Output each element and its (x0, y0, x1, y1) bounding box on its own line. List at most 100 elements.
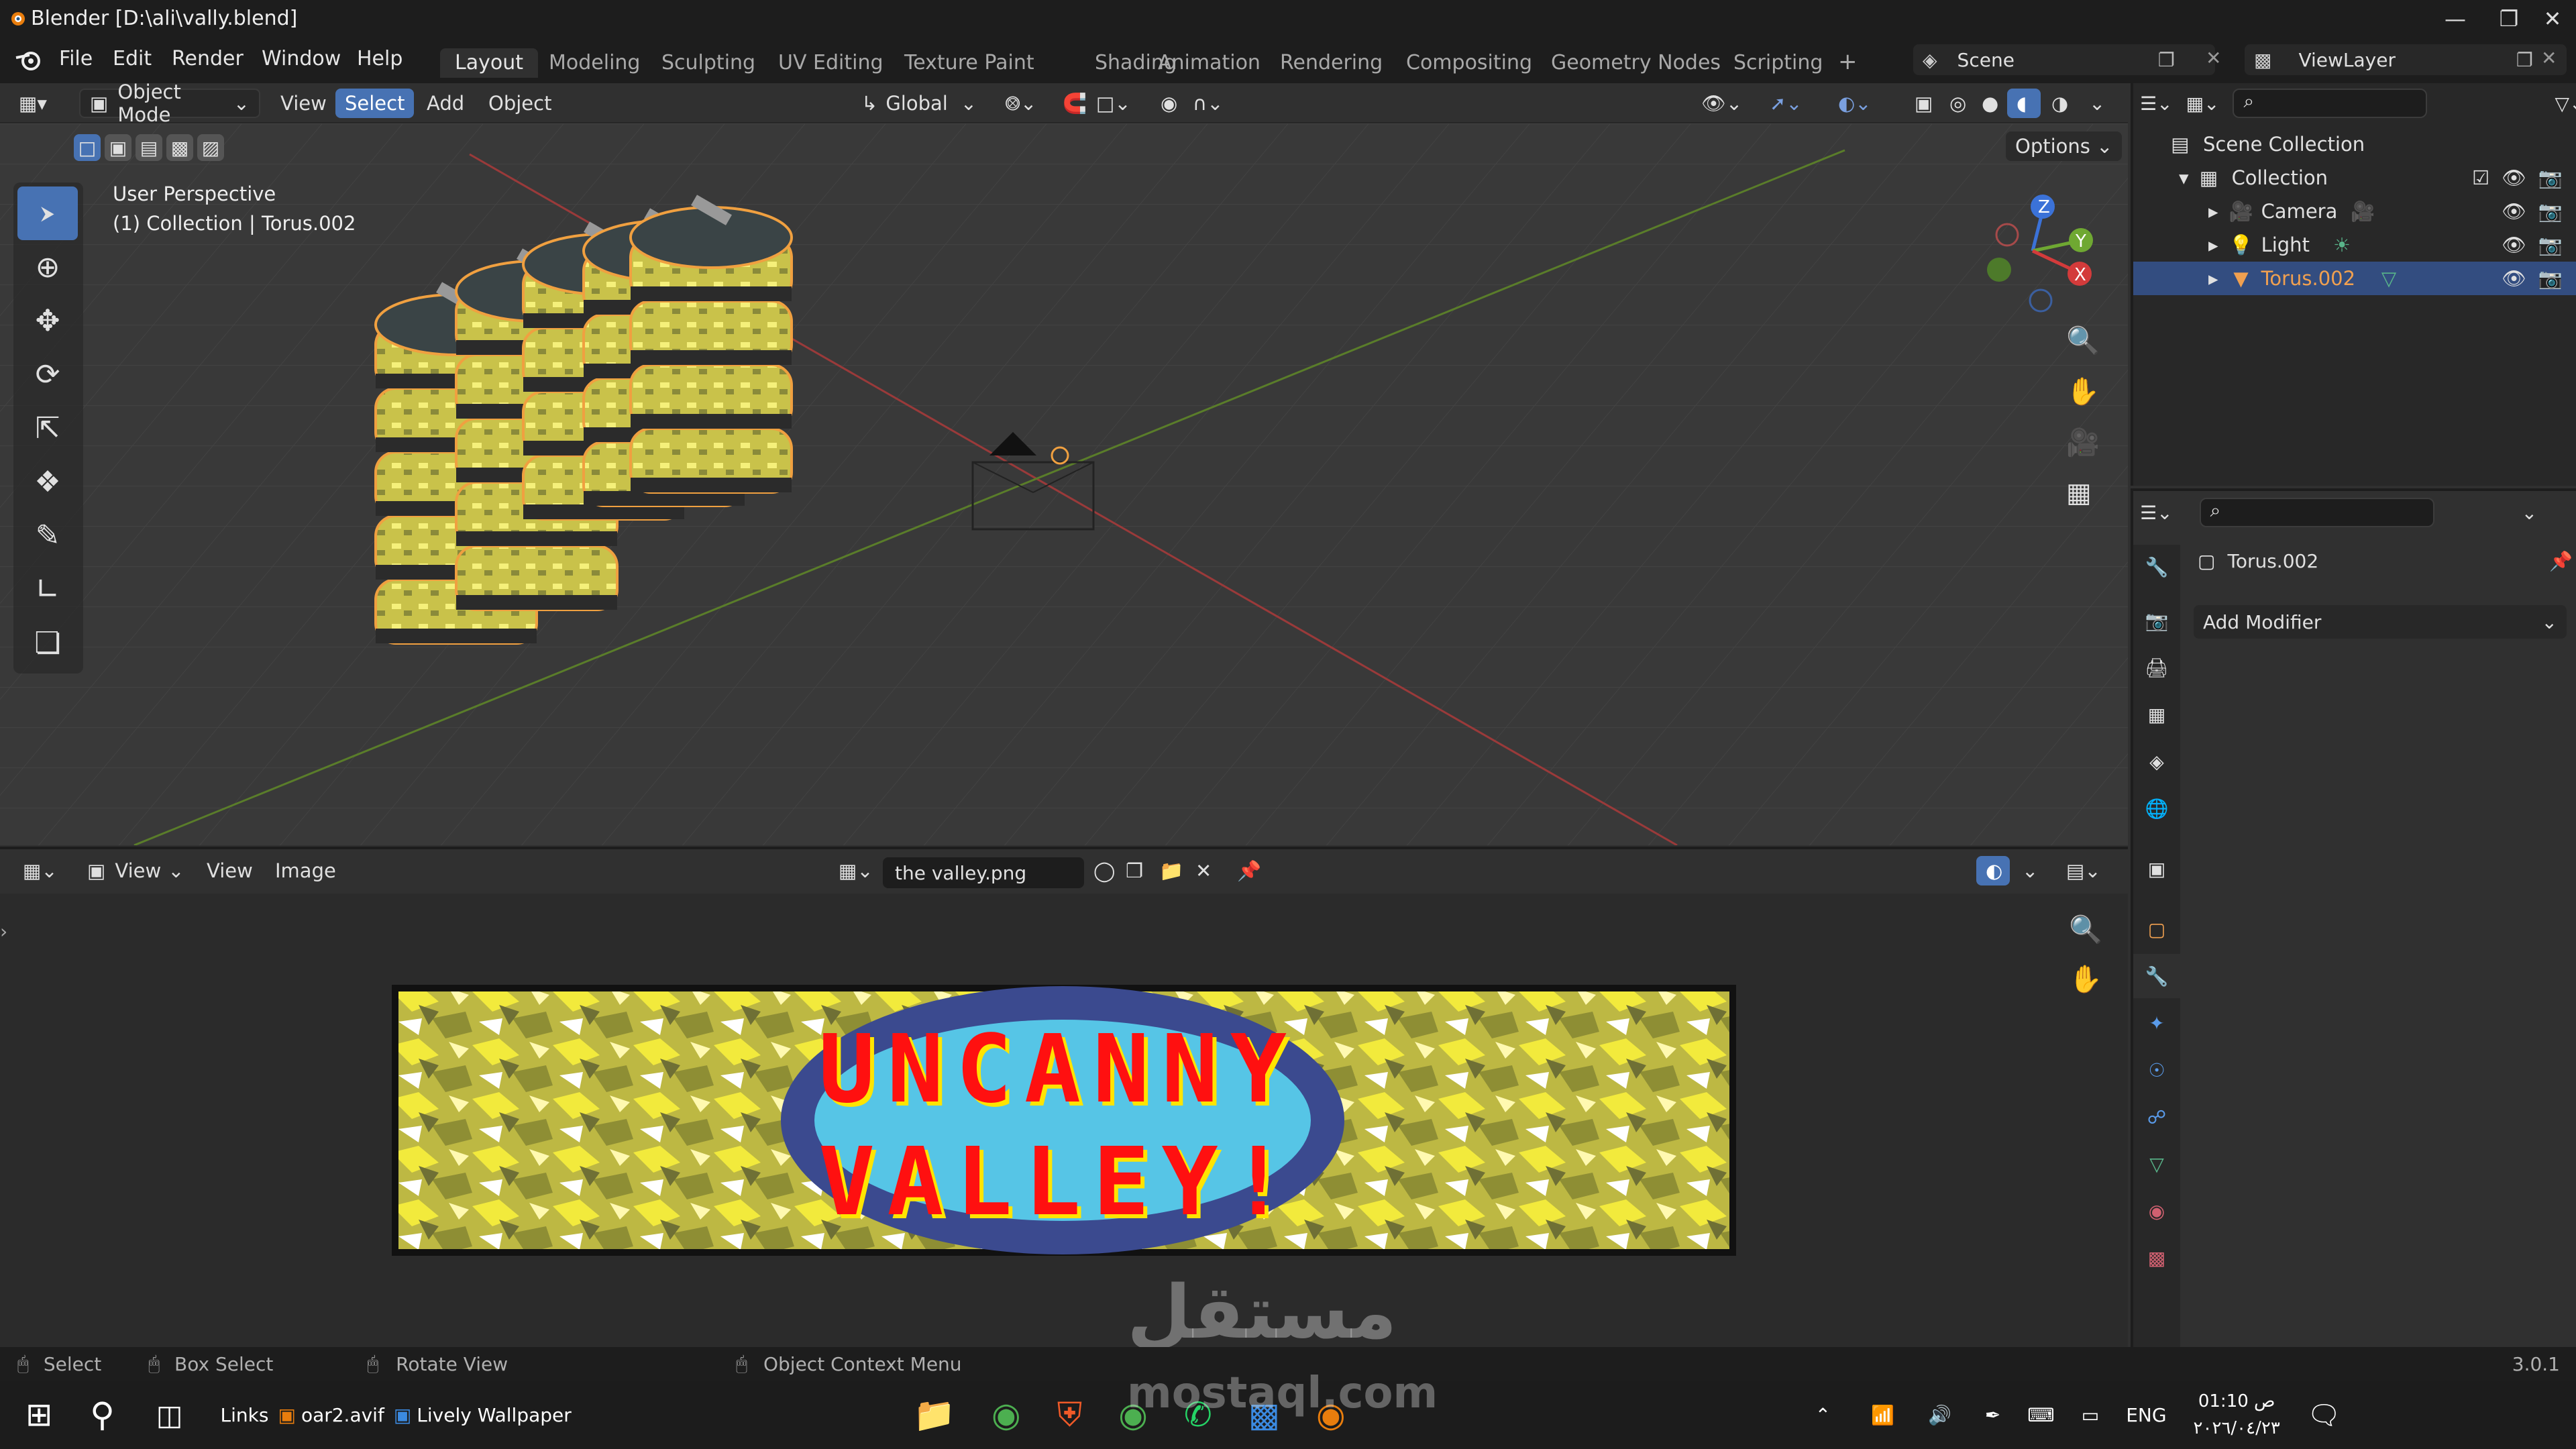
overlay-options-chevron-icon[interactable]: ⌄ (2012, 856, 2047, 885)
viewlayer-selector[interactable]: ▩ ViewLayer ❐ (2245, 44, 2567, 75)
options-button[interactable]: Options ⌄ (2006, 131, 2123, 161)
image-pan-hand-icon[interactable]: ✋ (2069, 963, 2102, 995)
output-tab-icon[interactable]: 🖨 (2133, 645, 2180, 690)
wifi-icon[interactable]: 📶 (1871, 1404, 1894, 1426)
material-tab-icon[interactable]: ◉ (2133, 1189, 2180, 1233)
keyboard-icon[interactable]: ⌨ (2027, 1404, 2054, 1426)
3d-viewport[interactable]: □ ▣ ▤ ▩ ▨ ⮞ ⊕ ✥ ⟳ ⇱ ❖ ✎ ∟ ❏ User Perspec… (0, 123, 2128, 845)
mode-selector[interactable]: ▣ Object Mode ⌄ (79, 80, 260, 126)
outliner-search-input[interactable]: ⌕ (2233, 89, 2428, 118)
select-box-tool-icon[interactable]: ⮞ (17, 186, 78, 240)
windows-start-icon[interactable]: ⊞ (25, 1396, 52, 1434)
modifiers-tab-icon[interactable]: 🔧 (2133, 954, 2180, 998)
tab-modeling[interactable]: Modeling (534, 48, 655, 78)
tab-compositing[interactable]: Compositing (1391, 48, 1547, 78)
tool-settings-tab-icon[interactable]: 🔧 (2133, 545, 2180, 589)
outliner-row-scene-collection[interactable]: ▤ Scene Collection (2133, 127, 2576, 161)
move-tool-icon[interactable]: ✥ (17, 294, 78, 347)
render-camera-icon[interactable]: 📷 (2538, 233, 2563, 257)
clock[interactable]: 01:10 ص ٢٠٢٦/٠٤/٢٣ (2194, 1388, 2280, 1442)
add-workspace-plus-icon[interactable]: + (1838, 48, 1858, 75)
links-toolbar-label[interactable]: Links (221, 1404, 269, 1426)
render-camera-icon[interactable]: 📷 (2538, 166, 2563, 190)
annotate-tool-icon[interactable]: ✎ (17, 508, 78, 562)
outliner-row-camera[interactable]: ▸ 🎥 Camera 🎥 👁 📷 (2133, 195, 2576, 228)
collection-tab-icon[interactable]: ▣ (2133, 847, 2180, 891)
constraints-tab-icon[interactable]: ☍ (2133, 1095, 2180, 1139)
tab-scripting[interactable]: Scripting (1719, 48, 1837, 78)
expand-sidebar-arrow-icon[interactable]: › (0, 920, 7, 943)
link-lively-wallpaper[interactable]: Lively Wallpaper (417, 1404, 571, 1426)
cursor-tool-icon[interactable]: ⊕ (17, 240, 78, 294)
xray-toggle-icon[interactable]: ▣ (1905, 89, 1942, 118)
tab-geometry-nodes[interactable]: Geometry Nodes (1536, 48, 1735, 78)
select-invert-icon[interactable]: ▩ (166, 134, 193, 161)
menu-help[interactable]: Help (357, 47, 402, 70)
tab-uv-editing[interactable]: UV Editing (763, 48, 898, 78)
proportional-falloff-icon[interactable]: ∩⌄ (1183, 89, 1233, 118)
unlink-image-icon[interactable]: ✕ (1186, 856, 1221, 885)
image-browse-icon[interactable]: ▦⌄ (829, 856, 883, 885)
viewport-menu-add[interactable]: Add (417, 89, 474, 118)
restore-button[interactable]: ❐ (2489, 0, 2529, 38)
overlays-toggle-icon[interactable]: ◐⌄ (1829, 89, 1881, 118)
add-cube-tool-icon[interactable]: ❏ (17, 616, 78, 669)
tab-layout[interactable]: Layout (440, 48, 538, 78)
wireframe-shading-icon[interactable]: ◎ (1940, 89, 1976, 118)
world-tab-icon[interactable]: 🌐 (2133, 786, 2180, 830)
show-hidden-icons-icon[interactable]: ⌃ (1815, 1404, 1831, 1426)
outliner-filter-icon[interactable]: ▽⌄ (2555, 93, 2576, 115)
task-view-icon[interactable]: ◫ (156, 1399, 183, 1432)
new-image-icon[interactable]: ❐ (1116, 856, 1152, 885)
render-camera-icon[interactable]: 📷 (2538, 200, 2563, 223)
snap-target-icon[interactable]: □⌄ (1087, 89, 1140, 118)
zoom-view-icon[interactable]: 🔍 (2066, 325, 2100, 356)
properties-editor-type-icon[interactable]: ☰⌄ (2140, 502, 2173, 524)
transform-orientation-dropdown[interactable]: ↳ Global ⌄ (852, 89, 986, 118)
pan-view-hand-icon[interactable]: ✋ (2066, 376, 2100, 407)
select-new-icon[interactable]: □ (74, 134, 101, 161)
select-extend-icon[interactable]: ▣ (105, 134, 131, 161)
expand-arrow-icon[interactable]: ▸ (2208, 200, 2218, 223)
pin-icon[interactable]: 📌 (2549, 550, 2573, 572)
menu-edit[interactable]: Edit (113, 47, 152, 70)
scene-selector[interactable]: ◈ Scene ❐ (1913, 44, 2215, 75)
new-viewlayer-icon[interactable]: ❐ (2516, 49, 2533, 71)
camera-view-icon[interactable]: 🎥 (2066, 427, 2100, 458)
image-menu-image[interactable]: Image (266, 856, 345, 885)
pin-image-icon[interactable]: 📌 (1228, 856, 1271, 885)
camera-object[interactable] (966, 425, 1100, 539)
image-view-mode-dropdown[interactable]: ▣ View ⌄ (78, 856, 194, 885)
outliner-row-torus[interactable]: ▸ ▼ Torus.002 ▽ 👁 📷 (2133, 262, 2576, 295)
exclude-checkbox-icon[interactable]: ☑ (2472, 166, 2489, 190)
properties-search-input[interactable]: ⌕ (2199, 498, 2434, 527)
tab-animation[interactable]: Animation (1143, 48, 1275, 78)
display-channels-icon[interactable]: ▤⌄ (2057, 856, 2110, 885)
shading-options-chevron-icon[interactable]: ⌄ (2080, 89, 2114, 118)
visibility-eye-icon[interactable]: 👁 (2502, 200, 2526, 223)
brave-icon[interactable]: ⛨ (1057, 1395, 1083, 1435)
texture-tab-icon[interactable]: ▩ (2133, 1236, 2180, 1280)
menu-file[interactable]: File (59, 47, 93, 70)
viewport-menu-select[interactable]: Select (335, 89, 415, 118)
particles-tab-icon[interactable]: ✦ (2133, 1001, 2180, 1045)
camera-data-icon[interactable]: 🎥 (2349, 198, 2376, 225)
pen-icon[interactable]: ✒ (1985, 1404, 2000, 1426)
view-layer-tab-icon[interactable]: ▦ (2133, 692, 2180, 737)
link-oar2[interactable]: oar2.avif (301, 1404, 384, 1426)
add-modifier-dropdown[interactable]: Add Modifier ⌄ (2194, 605, 2567, 639)
render-tab-icon[interactable]: 📷 (2133, 598, 2180, 643)
visibility-icon[interactable]: 👁⌄ (1692, 89, 1752, 118)
proportional-edit-icon[interactable]: ◉ (1151, 89, 1187, 118)
outliner-row-collection[interactable]: ▾ ▦ Collection ☑ 👁 📷 (2133, 161, 2576, 195)
pivot-point-icon[interactable]: ⨷⌄ (996, 89, 1046, 118)
taskbar-search-icon[interactable]: ⚲ (90, 1395, 115, 1434)
select-subtract-icon[interactable]: ▤ (136, 134, 162, 161)
outliner-row-light[interactable]: ▸ 💡 Light ☀ 👁 📷 (2133, 228, 2576, 262)
mesh-data-icon[interactable]: ▽ (2375, 265, 2402, 292)
data-tab-icon[interactable]: ▽ (2133, 1142, 2180, 1186)
render-camera-icon[interactable]: 📷 (2538, 267, 2563, 290)
rotate-tool-icon[interactable]: ⟳ (17, 347, 78, 401)
tablet-mode-icon[interactable]: ▭ (2082, 1404, 2099, 1426)
image-menu-view[interactable]: View (197, 856, 262, 885)
